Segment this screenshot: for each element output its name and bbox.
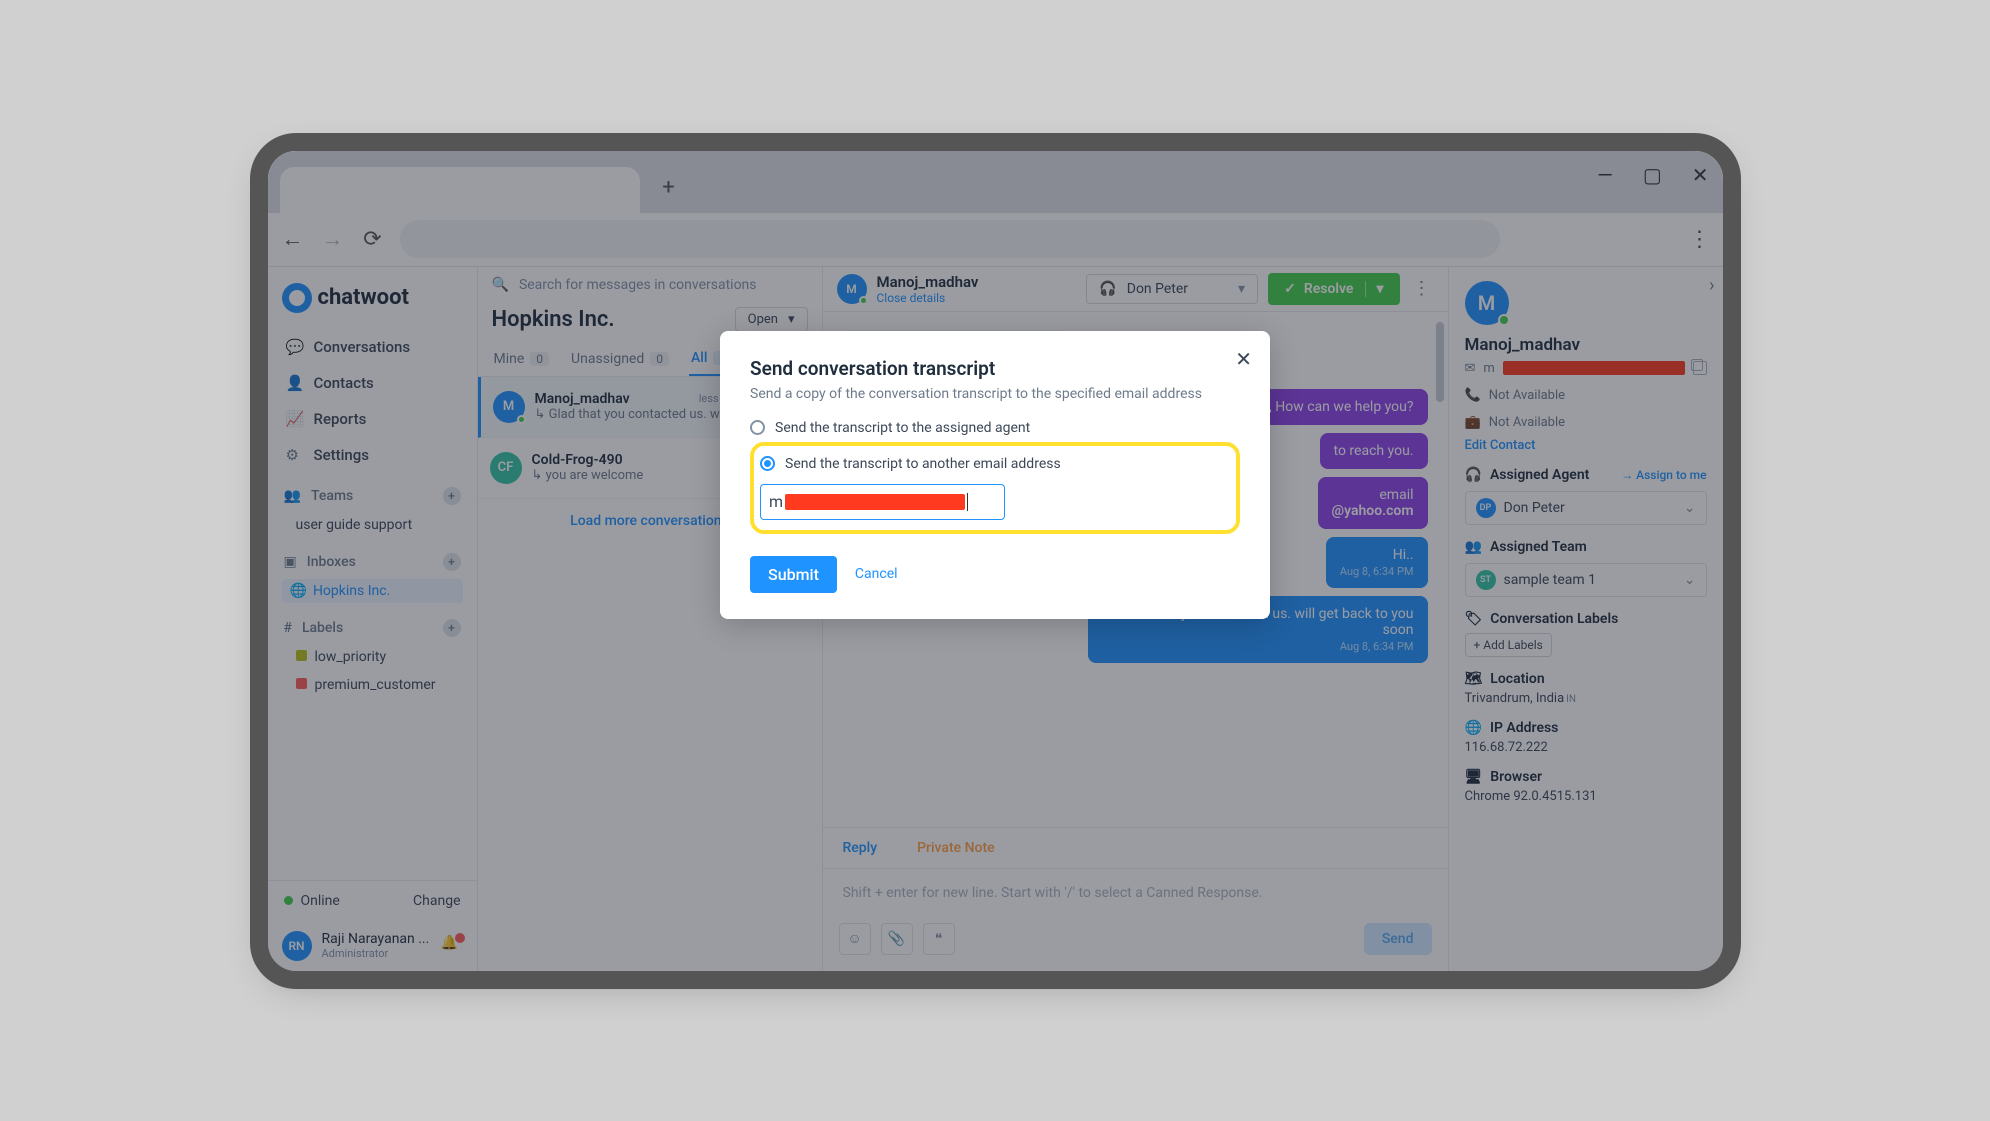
submit-button[interactable]: Submit xyxy=(750,556,837,593)
cancel-button[interactable]: Cancel xyxy=(855,566,898,582)
modal-overlay[interactable]: ✕ Send conversation transcript Send a co… xyxy=(268,151,1723,971)
close-icon[interactable]: ✕ xyxy=(1235,347,1252,371)
modal-title: Send conversation transcript xyxy=(750,357,1240,380)
radio-option-agent[interactable]: Send the transcript to the assigned agen… xyxy=(750,420,1240,436)
radio-icon[interactable] xyxy=(750,420,765,435)
radio-icon[interactable] xyxy=(760,456,775,471)
text-cursor xyxy=(967,493,968,511)
modal-description: Send a copy of the conversation transcri… xyxy=(750,386,1240,402)
send-transcript-modal: ✕ Send conversation transcript Send a co… xyxy=(720,331,1270,619)
radio-option-email[interactable]: Send the transcript to another email add… xyxy=(760,456,1230,472)
redacted-email xyxy=(785,494,965,510)
highlighted-option: Send the transcript to another email add… xyxy=(750,442,1240,534)
email-field[interactable]: m xyxy=(760,484,1005,520)
